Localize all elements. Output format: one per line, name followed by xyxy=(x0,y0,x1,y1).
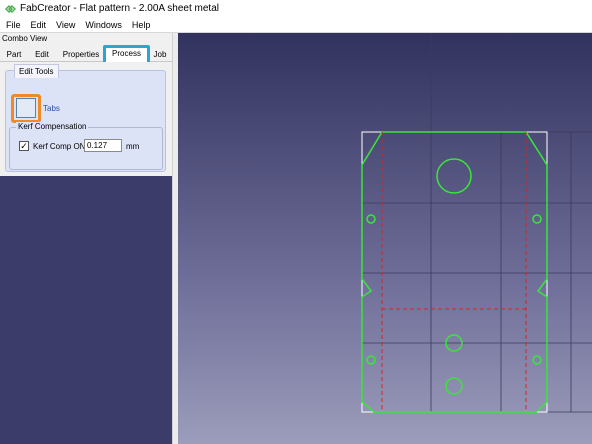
tab-process[interactable]: Process xyxy=(105,46,148,62)
menu-windows[interactable]: Windows xyxy=(80,20,127,30)
tab-edit[interactable]: Edit xyxy=(28,48,56,62)
3d-viewport[interactable] xyxy=(178,33,592,444)
part-outline[interactable] xyxy=(361,131,548,413)
tabs-tool-label[interactable]: Tabs xyxy=(43,104,60,113)
menu-edit[interactable]: Edit xyxy=(26,20,52,30)
kerf-value-input[interactable] xyxy=(84,139,122,152)
menu-help[interactable]: Help xyxy=(127,20,156,30)
kerf-unit-label: mm xyxy=(126,142,140,151)
combo-view-tabs: Part Edit Properties Process Job xyxy=(0,45,172,62)
menu-view[interactable]: View xyxy=(51,20,80,30)
kerf-comp-checkbox[interactable]: ✓ xyxy=(19,141,29,151)
stock-outline xyxy=(361,131,548,413)
process-pane: Edit Tools Tabs Kerf Compensation ✓ Kerf… xyxy=(0,62,172,176)
tabs-tool-icon[interactable] xyxy=(16,98,36,118)
menu-file[interactable]: File xyxy=(0,20,26,30)
title-bar: FabCreator - Flat pattern - 2.00A sheet … xyxy=(0,0,592,17)
grid-lines xyxy=(361,33,592,413)
combo-view-header: Combo View xyxy=(0,33,172,45)
fabcreator-logo-icon xyxy=(4,3,16,15)
combo-view-panel: Combo View Part Edit Properties Process … xyxy=(0,33,172,444)
edit-tools-title: Edit Tools xyxy=(14,64,59,78)
tab-properties[interactable]: Properties xyxy=(59,48,103,62)
kerf-compensation-group: Kerf Compensation ✓ Kerf Comp ON mm xyxy=(9,122,163,170)
window-title: FabCreator - Flat pattern - 2.00A sheet … xyxy=(20,3,219,14)
bend-lines xyxy=(381,132,527,412)
edit-tools-group: Edit Tools Tabs Kerf Compensation ✓ Kerf… xyxy=(5,64,166,172)
holes xyxy=(366,158,542,395)
tab-part[interactable]: Part xyxy=(2,48,26,62)
menu-bar: File Edit View Windows Help xyxy=(0,17,592,32)
tab-job[interactable]: Job xyxy=(150,48,170,62)
flat-pattern-canvas xyxy=(361,33,592,413)
kerf-comp-label[interactable]: Kerf Comp ON xyxy=(33,142,85,151)
kerf-compensation-title: Kerf Compensation xyxy=(16,122,89,131)
